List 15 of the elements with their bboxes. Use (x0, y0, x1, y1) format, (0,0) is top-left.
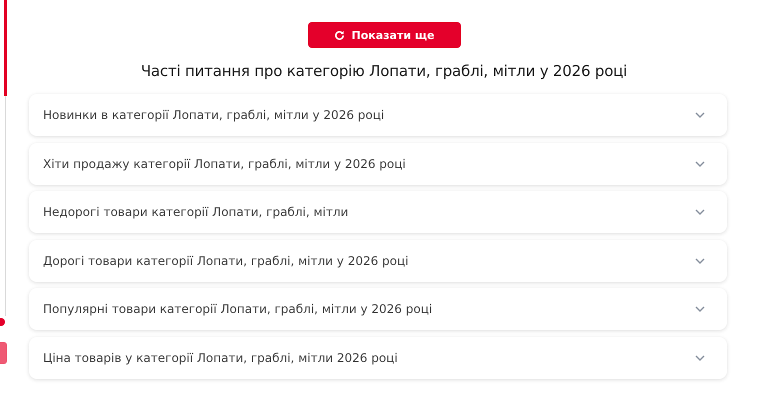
chevron-down-icon (695, 306, 705, 312)
refresh-icon (334, 30, 344, 40)
chevron-down-icon (695, 209, 705, 215)
chevron-down-icon (695, 354, 705, 360)
chevron-down-icon (695, 160, 705, 166)
faq-question[interactable]: Недорогі товари категорії Лопати, граблі, мітли (29, 191, 727, 233)
faq-title: Часті питання про категорію Лопати, граблі, мітли у 2026 році (140, 62, 628, 80)
show-more-button[interactable]: Показати ще (308, 22, 460, 48)
chevron-down-icon (695, 258, 705, 264)
chevron-down-icon (695, 112, 705, 118)
faq-question[interactable]: Популярні товари категорії Лопати, граблі, мітли у 2026 році (29, 288, 727, 330)
faq-question[interactable]: Ціна товарів у категорії Лопати, граблі, мітли 2026 році (29, 336, 727, 378)
faq-question[interactable]: Дорогі товари категорії Лопати, граблі, мітли у 2026 році (29, 240, 727, 282)
faq-question[interactable]: Хіти продажу категорії Лопати, граблі, мітли у 2026 році (29, 142, 727, 184)
faq-question[interactable]: Новинки в категорії Лопати, граблі, мітли у 2026 році (29, 94, 727, 136)
